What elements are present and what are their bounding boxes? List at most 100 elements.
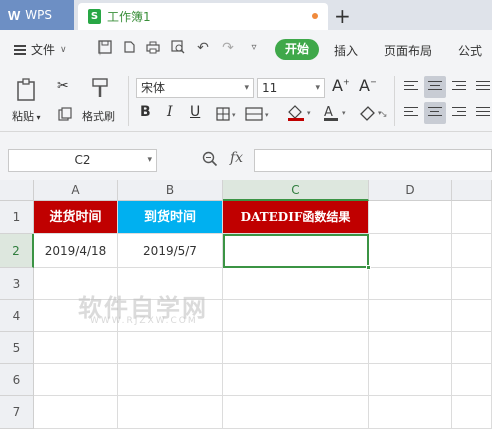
cell-b7[interactable]: [118, 396, 223, 429]
export-pdf-icon[interactable]: [121, 40, 137, 56]
cell-b1[interactable]: 到货时间: [118, 201, 223, 234]
cell-b5[interactable]: [118, 332, 223, 364]
format-painter-icon[interactable]: [91, 77, 109, 103]
print-preview-icon[interactable]: [170, 40, 186, 56]
tab-formulas[interactable]: 公式: [458, 42, 482, 59]
fill-color-icon[interactable]: ▾: [286, 104, 316, 126]
italic-icon[interactable]: I: [167, 104, 173, 120]
cell-d5[interactable]: [369, 332, 452, 364]
copy-icon[interactable]: [58, 106, 72, 125]
cell-c1[interactable]: DATEDIF函数结果: [223, 201, 369, 234]
cell-e6[interactable]: [452, 364, 492, 396]
chevron-down-icon: ▾: [244, 83, 249, 93]
align-bottom-icon[interactable]: [448, 76, 470, 98]
cell-e2[interactable]: [452, 234, 492, 268]
tab-start[interactable]: 开始: [275, 39, 319, 60]
font-color-icon[interactable]: A ▾: [322, 104, 352, 126]
cell-c4[interactable]: [223, 300, 369, 332]
cell-d7[interactable]: [369, 396, 452, 429]
redo-icon[interactable]: ↷: [220, 40, 236, 56]
format-painter-button[interactable]: 格式刷: [82, 108, 115, 124]
font-settings-launcher-icon[interactable]: ↘: [380, 110, 388, 120]
wps-home-tab[interactable]: W WPS: [0, 0, 74, 30]
bold-icon[interactable]: B: [140, 104, 151, 120]
name-box[interactable]: C2 ▾: [8, 149, 157, 172]
cell-e7[interactable]: [452, 396, 492, 429]
row-header-5[interactable]: 5: [0, 332, 34, 364]
paste-button[interactable]: 粘贴 ▾: [12, 108, 41, 124]
row-header-3[interactable]: 3: [0, 268, 34, 300]
merge-cells-icon[interactable]: ▾: [245, 106, 273, 125]
cut-icon[interactable]: ✂: [57, 78, 69, 94]
formula-bar: C2 ▾ fx: [0, 132, 492, 180]
tab-page-layout[interactable]: 页面布局: [384, 42, 432, 59]
font-name-select[interactable]: 宋体 ▾: [136, 78, 254, 98]
cell-b6[interactable]: [118, 364, 223, 396]
fill-handle[interactable]: [366, 265, 371, 270]
cell-d1[interactable]: [369, 201, 452, 234]
unsaved-indicator-icon: [312, 13, 318, 19]
insert-function-button[interactable]: fx: [230, 150, 243, 166]
align-top-icon[interactable]: [400, 76, 422, 98]
svg-text:▾: ▾: [342, 109, 346, 117]
zoom-search-icon[interactable]: [202, 151, 218, 171]
row-header-1[interactable]: 1: [0, 201, 34, 234]
document-tab[interactable]: S 工作簿1: [78, 3, 328, 30]
cell-b2[interactable]: 2019/5/7: [118, 234, 223, 268]
title-bar: W WPS S 工作簿1 +: [0, 0, 492, 30]
column-header-d[interactable]: D: [369, 180, 452, 201]
print-icon[interactable]: [145, 40, 161, 56]
underline-icon[interactable]: U: [190, 104, 200, 120]
column-header-b[interactable]: B: [118, 180, 223, 201]
active-cell-selection[interactable]: [223, 234, 371, 270]
chevron-down-icon: ▾: [315, 83, 320, 93]
chevron-down-icon: ▾: [147, 155, 152, 165]
column-header-a[interactable]: A: [34, 180, 118, 201]
borders-icon[interactable]: ▾: [216, 106, 240, 125]
cell-d6[interactable]: [369, 364, 452, 396]
cell-c3[interactable]: [223, 268, 369, 300]
decrease-font-size-icon[interactable]: A−: [359, 76, 377, 95]
column-header-e[interactable]: [452, 180, 492, 201]
justify-icon[interactable]: [472, 76, 492, 98]
cell-e4[interactable]: [452, 300, 492, 332]
align-right-icon[interactable]: [448, 102, 470, 124]
customize-toolbar-icon[interactable]: ▿: [246, 40, 262, 56]
cell-e5[interactable]: [452, 332, 492, 364]
cell-a2[interactable]: 2019/4/18: [34, 234, 118, 268]
select-all-corner[interactable]: [0, 180, 34, 201]
cell-d4[interactable]: [369, 300, 452, 332]
new-tab-button[interactable]: +: [334, 4, 351, 28]
cell-d2[interactable]: [369, 234, 452, 268]
cell-e3[interactable]: [452, 268, 492, 300]
paste-icon[interactable]: [16, 78, 38, 106]
row-header-6[interactable]: 6: [0, 364, 34, 396]
file-menu-label: 文件: [31, 43, 56, 57]
align-left-icon[interactable]: [400, 102, 422, 124]
spreadsheet-icon: S: [88, 9, 101, 24]
save-icon[interactable]: [97, 40, 113, 56]
cell-e1[interactable]: [452, 201, 492, 234]
svg-text:▾: ▾: [265, 111, 269, 119]
font-size-select[interactable]: 11 ▾: [257, 78, 325, 98]
column-header-c[interactable]: C: [223, 180, 369, 201]
row-header-7[interactable]: 7: [0, 396, 34, 429]
cell-a5[interactable]: [34, 332, 118, 364]
cell-a6[interactable]: [34, 364, 118, 396]
cell-c6[interactable]: [223, 364, 369, 396]
tab-insert[interactable]: 插入: [334, 42, 358, 59]
formula-input[interactable]: [254, 149, 492, 172]
cell-d3[interactable]: [369, 268, 452, 300]
align-middle-icon[interactable]: [424, 76, 446, 98]
cell-a1[interactable]: 进货时间: [34, 201, 118, 234]
increase-font-size-icon[interactable]: A+: [332, 76, 350, 95]
cell-c5[interactable]: [223, 332, 369, 364]
distributed-align-icon[interactable]: [472, 102, 492, 124]
cell-a7[interactable]: [34, 396, 118, 429]
undo-icon[interactable]: ↶: [195, 40, 211, 56]
row-header-2[interactable]: 2: [0, 234, 34, 268]
row-header-4[interactable]: 4: [0, 300, 34, 332]
cell-c7[interactable]: [223, 396, 369, 429]
file-menu[interactable]: 文件 ∨: [14, 41, 67, 58]
align-center-icon[interactable]: [424, 102, 446, 124]
